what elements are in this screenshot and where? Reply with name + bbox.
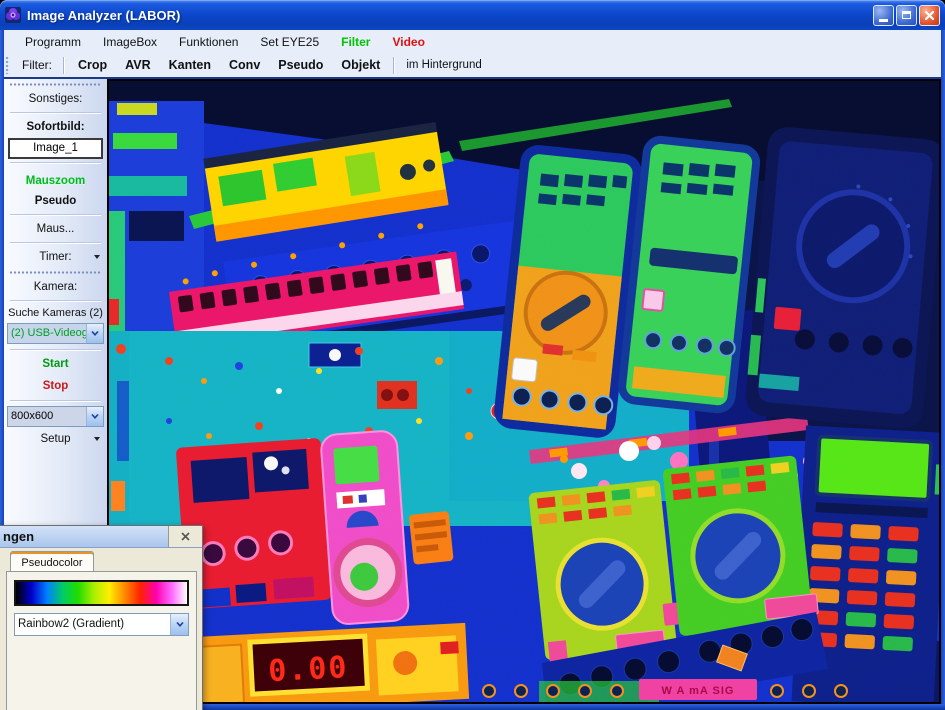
kamera-button[interactable]: Kamera: bbox=[4, 277, 107, 297]
menu-imagebox[interactable]: ImageBox bbox=[92, 35, 168, 49]
gradient-select-value: Rainbow2 (Gradient) bbox=[15, 614, 170, 635]
divider bbox=[10, 112, 101, 114]
divider bbox=[10, 300, 101, 302]
start-button[interactable]: Start bbox=[4, 355, 107, 373]
toolbar-kanten-button[interactable]: Kanten bbox=[160, 58, 220, 72]
toolbar-crop-button[interactable]: Crop bbox=[69, 58, 116, 72]
toolbar-filter-label: Filter: bbox=[15, 58, 59, 72]
maus-button[interactable]: Maus... bbox=[4, 219, 107, 239]
menu-bar: Programm ImageBox Funktionen Set EYE25 F… bbox=[0, 30, 945, 53]
toolbar-background-label[interactable]: im Hintergrund bbox=[399, 59, 488, 71]
sidebar-grip-icon[interactable] bbox=[9, 82, 102, 87]
pseudocolor-gradient-bar[interactable] bbox=[14, 580, 189, 606]
pseudo-button[interactable]: Pseudo bbox=[4, 191, 107, 211]
dropdown-arrow-icon bbox=[94, 437, 100, 441]
maximize-button[interactable] bbox=[896, 5, 917, 26]
camera-select[interactable]: (2) USB-Videoge bbox=[7, 323, 104, 344]
chevron-down-icon[interactable] bbox=[170, 614, 188, 635]
divider bbox=[10, 400, 101, 402]
maximize-icon bbox=[902, 11, 911, 19]
app-window: Image Analyzer (LABOR) Programm ImageBox… bbox=[0, 0, 945, 710]
menu-programm[interactable]: Programm bbox=[14, 35, 92, 49]
divider bbox=[10, 242, 101, 244]
noise-overlay bbox=[109, 81, 939, 702]
setup-label: Setup bbox=[40, 433, 70, 445]
gradient-select[interactable]: Rainbow2 (Gradient) bbox=[14, 613, 189, 636]
pseudocolor-dialog: ngen Pseudocolor Rainbow2 (Gradient) bbox=[0, 525, 203, 710]
chevron-down-icon[interactable] bbox=[86, 324, 103, 343]
timer-dropdown-button[interactable]: Timer: bbox=[4, 247, 107, 267]
menu-video[interactable]: Video bbox=[381, 35, 435, 49]
dialog-title-bar[interactable]: ngen bbox=[0, 526, 202, 548]
divider bbox=[10, 214, 101, 216]
filter-toolbar: Filter: Crop AVR Kanten Conv Pseudo Obje… bbox=[0, 53, 945, 79]
close-icon bbox=[924, 10, 935, 21]
toolbar-pseudo-button[interactable]: Pseudo bbox=[269, 58, 332, 72]
sonstiges-button[interactable]: Sonstiges: bbox=[4, 89, 107, 109]
dialog-close-button[interactable] bbox=[168, 526, 202, 548]
menu-funktionen[interactable]: Funktionen bbox=[168, 35, 249, 49]
toolbar-separator bbox=[63, 57, 65, 74]
mauszoom-button[interactable]: Mauszoom bbox=[4, 171, 107, 191]
tab-pseudocolor[interactable]: Pseudocolor bbox=[10, 551, 94, 572]
toolbar-grip-icon[interactable] bbox=[5, 56, 10, 74]
suche-kameras-button[interactable]: Suche Kameras (2) bbox=[4, 305, 107, 321]
image-frame: 0.00 bbox=[107, 79, 941, 704]
timer-label: Timer: bbox=[39, 251, 71, 263]
toolbar-avr-button[interactable]: AVR bbox=[116, 58, 159, 72]
window-border-right bbox=[941, 30, 945, 710]
pseudocolor-panel: Rainbow2 (Gradient) bbox=[6, 571, 197, 710]
image-name-box[interactable]: Image_1 bbox=[8, 138, 103, 159]
sidebar-grip-icon[interactable] bbox=[9, 270, 102, 275]
chevron-down-icon[interactable] bbox=[86, 407, 103, 426]
toolbar-objekt-button[interactable]: Objekt bbox=[332, 58, 389, 72]
toolbar-separator bbox=[393, 57, 395, 74]
minimize-button[interactable] bbox=[873, 5, 894, 26]
resolution-select[interactable]: 800x600 bbox=[7, 406, 104, 427]
dialog-title-text: ngen bbox=[0, 526, 168, 548]
toolbar-conv-button[interactable]: Conv bbox=[220, 58, 269, 72]
camera-select-value: (2) USB-Videoge bbox=[8, 324, 86, 343]
app-icon bbox=[5, 7, 21, 23]
dropdown-arrow-icon bbox=[94, 255, 100, 259]
stop-button[interactable]: Stop bbox=[4, 377, 107, 395]
sofortbild-label: Sofortbild: bbox=[4, 117, 107, 137]
menu-set-eye25[interactable]: Set EYE25 bbox=[249, 35, 330, 49]
setup-dropdown-button[interactable]: Setup bbox=[4, 429, 107, 449]
close-button[interactable] bbox=[919, 5, 940, 26]
divider bbox=[10, 162, 101, 164]
menu-filter[interactable]: Filter bbox=[330, 35, 381, 49]
window-title: Image Analyzer (LABOR) bbox=[27, 8, 873, 23]
minimize-icon bbox=[879, 19, 888, 22]
title-bar: Image Analyzer (LABOR) bbox=[0, 0, 945, 30]
resolution-select-value: 800x600 bbox=[8, 407, 86, 426]
close-icon bbox=[180, 531, 191, 542]
divider bbox=[10, 349, 101, 351]
pseudocolor-image[interactable]: 0.00 bbox=[109, 81, 939, 702]
